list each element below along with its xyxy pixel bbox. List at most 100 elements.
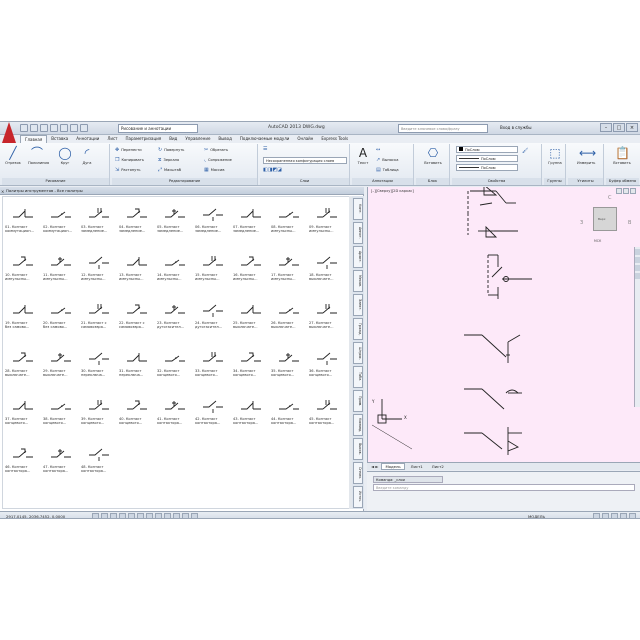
tab-layout2[interactable]: Лист2 bbox=[429, 464, 447, 469]
palette-tool[interactable]: 30. Контакт переключа... bbox=[81, 345, 117, 381]
palette-side-tab[interactable]: Механ. bbox=[353, 270, 363, 292]
linetype-select[interactable]: ПоСлою bbox=[456, 164, 518, 171]
move-button[interactable]: ✥ Перенести bbox=[115, 147, 142, 153]
palette-tool[interactable]: 14. Контакт импульсны... bbox=[157, 249, 193, 285]
palette-tool[interactable]: 07. Контакт замедление... bbox=[233, 201, 269, 237]
qp-toggle[interactable] bbox=[182, 513, 189, 518]
drawing-area[interactable]: [–][Сверху][2D каркас] С З В Верх МСК Y … bbox=[367, 187, 640, 462]
palette-tool[interactable]: 16. Контакт импульсны... bbox=[233, 249, 269, 285]
lwt-toggle[interactable] bbox=[164, 513, 171, 518]
login-button[interactable]: Вход в службы bbox=[500, 125, 532, 130]
tab-plugins[interactable]: Подключаемые модули bbox=[236, 135, 294, 143]
palette-side-tab[interactable]: Высок. bbox=[353, 438, 363, 460]
cursor-coordinates[interactable]: 2917.0145, 2036.7452, 0.0000 bbox=[6, 514, 65, 518]
tab-manage[interactable]: Управление bbox=[181, 135, 214, 143]
copy-button[interactable]: ❐ Копировать bbox=[115, 157, 144, 163]
polyline-button[interactable]: ⌒ Полилиния bbox=[28, 146, 49, 165]
redo-icon[interactable] bbox=[80, 124, 88, 132]
dyn-toggle[interactable] bbox=[155, 513, 162, 518]
palette-tool[interactable]: 17. Контакт импульсны... bbox=[271, 249, 307, 285]
paste-button[interactable]: 📋 Вставить bbox=[613, 146, 631, 165]
palette-tool[interactable]: 45. Контакт контактора... bbox=[309, 393, 345, 429]
palette-tool[interactable]: 46. Контакт контактора... bbox=[5, 441, 41, 477]
draw-panel-title[interactable]: Рисование bbox=[2, 178, 109, 185]
color-select[interactable]: ПоСлою bbox=[456, 146, 518, 153]
palette-side-tab[interactable]: Сгеом. bbox=[353, 462, 363, 484]
fillet-button[interactable]: ◟ Сопряжение bbox=[204, 157, 232, 163]
palette-tool[interactable]: 01. Контакт коммутацион... bbox=[5, 201, 41, 237]
block-panel-title[interactable]: Блок bbox=[416, 178, 449, 185]
array-button[interactable]: ▦ Массив bbox=[204, 167, 224, 173]
palette-tool[interactable]: 42. Контакт контактора... bbox=[195, 393, 231, 429]
polar-toggle[interactable] bbox=[119, 513, 126, 518]
annotation-scale-icon[interactable] bbox=[593, 513, 600, 518]
palette-tool[interactable]: 41. Контакт контактора... bbox=[157, 393, 193, 429]
leader-button[interactable]: ↗ Выноска bbox=[376, 157, 398, 163]
grid-toggle[interactable] bbox=[101, 513, 108, 518]
tab-layout[interactable]: Лист bbox=[103, 135, 121, 143]
rotate-button[interactable]: ↻ Повернуть bbox=[158, 147, 184, 153]
tab-online[interactable]: Онлайн bbox=[293, 135, 317, 143]
palette-tool[interactable]: 08. Контакт импульсны... bbox=[271, 201, 307, 237]
palette-tool[interactable]: 48. Контакт контактора... bbox=[81, 441, 117, 477]
save-as-icon[interactable] bbox=[50, 124, 58, 132]
tab-nav-icon[interactable]: ◄ ► bbox=[371, 464, 378, 469]
palette-side-tab[interactable]: Аннот. bbox=[353, 222, 363, 244]
palette-side-tab[interactable]: Источ. bbox=[353, 486, 363, 508]
palette-tool[interactable]: 12. Контакт импульсны... bbox=[81, 249, 117, 285]
otrack-toggle[interactable] bbox=[137, 513, 144, 518]
palette-tool[interactable]: 28. Контакт выключате... bbox=[5, 345, 41, 381]
palette-tool[interactable]: 13. Контакт импульсны... bbox=[119, 249, 155, 285]
lock-icon[interactable] bbox=[611, 513, 618, 518]
palette-tool[interactable]: 27. Контакт выключате... bbox=[309, 297, 345, 333]
mirror-button[interactable]: ⧖ Зеркало bbox=[158, 157, 179, 163]
palette-tool[interactable]: 26. Контакт выключате... bbox=[271, 297, 307, 333]
dimension-button[interactable]: ↔ bbox=[376, 147, 380, 153]
palette-tool[interactable]: 20. Контакт без самово... bbox=[43, 297, 79, 333]
search-input[interactable]: Введите ключевое слово/фразу bbox=[398, 124, 488, 133]
annotation-panel-title[interactable]: Аннотации bbox=[352, 178, 413, 185]
isolate-icon[interactable] bbox=[620, 513, 627, 518]
tpy-toggle[interactable] bbox=[173, 513, 180, 518]
palette-tool[interactable]: 06. Контакт замедление... bbox=[195, 201, 231, 237]
osnap-toggle[interactable] bbox=[128, 513, 135, 518]
tab-insert[interactable]: Вставка bbox=[47, 135, 72, 143]
layer-select[interactable]: Несохраненная конфигурация слоев bbox=[263, 157, 347, 164]
palette-tool[interactable]: 24. Контакт дугогасител... bbox=[195, 297, 231, 333]
palette-tool[interactable]: 19. Контакт без самово... bbox=[5, 297, 41, 333]
palette-tool[interactable]: 18. Контакт выключате... bbox=[309, 249, 345, 285]
snap-toggle[interactable] bbox=[92, 513, 99, 518]
tab-annotate[interactable]: Аннотации bbox=[72, 135, 103, 143]
palette-side-tab[interactable]: Архит. bbox=[353, 246, 363, 268]
tab-parametric[interactable]: Параметризация bbox=[122, 135, 166, 143]
palette-tool[interactable]: 21. Контакт с самовозвра... bbox=[81, 297, 117, 333]
palette-tool[interactable]: 02. Контакт коммутацион... bbox=[43, 201, 79, 237]
line-button[interactable]: ╱ Отрезок bbox=[4, 146, 22, 165]
palette-tool[interactable]: 47. Контакт контактора... bbox=[43, 441, 79, 477]
scale-button[interactable]: ⤢ Масштаб bbox=[158, 167, 181, 173]
palette-tool[interactable]: 44. Контакт контактора... bbox=[271, 393, 307, 429]
palette-side-tab[interactable]: Конт. bbox=[353, 198, 363, 220]
palette-tool[interactable]: 11. Контакт импульсны... bbox=[43, 249, 79, 285]
layer-properties-button[interactable]: ☰ bbox=[263, 146, 267, 152]
command-input[interactable]: Введите команду bbox=[373, 484, 635, 491]
measure-button[interactable]: ⟷ Измерить bbox=[577, 146, 596, 165]
palette-tool[interactable]: 09. Контакт импульсны... bbox=[309, 201, 345, 237]
layer-tools[interactable]: ◧◨◩◪ bbox=[263, 167, 282, 173]
palette-tool[interactable]: 34. Контакт концевого... bbox=[233, 345, 269, 381]
palette-tool[interactable]: 04. Контакт замедление... bbox=[119, 201, 155, 237]
groups-panel-title[interactable]: Группы bbox=[544, 178, 565, 185]
minimize-icon[interactable]: – bbox=[600, 123, 612, 132]
modify-panel-title[interactable]: Редактирование bbox=[112, 178, 257, 185]
lineweight-select[interactable]: ПоСлою bbox=[456, 155, 518, 162]
palette-tool[interactable]: 05. Контакт замедление... bbox=[157, 201, 193, 237]
palette-tool[interactable]: 23. Контакт дугогасител... bbox=[157, 297, 193, 333]
palette-tool[interactable]: 33. Контакт концевого... bbox=[195, 345, 231, 381]
tab-layout1[interactable]: Лист1 bbox=[408, 464, 426, 469]
layers-panel-title[interactable]: Слои bbox=[260, 178, 349, 185]
palette-tool[interactable]: 03. Контакт замедление... bbox=[81, 201, 117, 237]
palette-tool[interactable]: 40. Контакт концевого... bbox=[119, 393, 155, 429]
palette-side-tab[interactable]: Прим. bbox=[353, 390, 363, 412]
palette-tool[interactable]: 15. Контакт импульсны... bbox=[195, 249, 231, 285]
model-space-indicator[interactable]: МОДЕЛЬ bbox=[528, 514, 545, 518]
